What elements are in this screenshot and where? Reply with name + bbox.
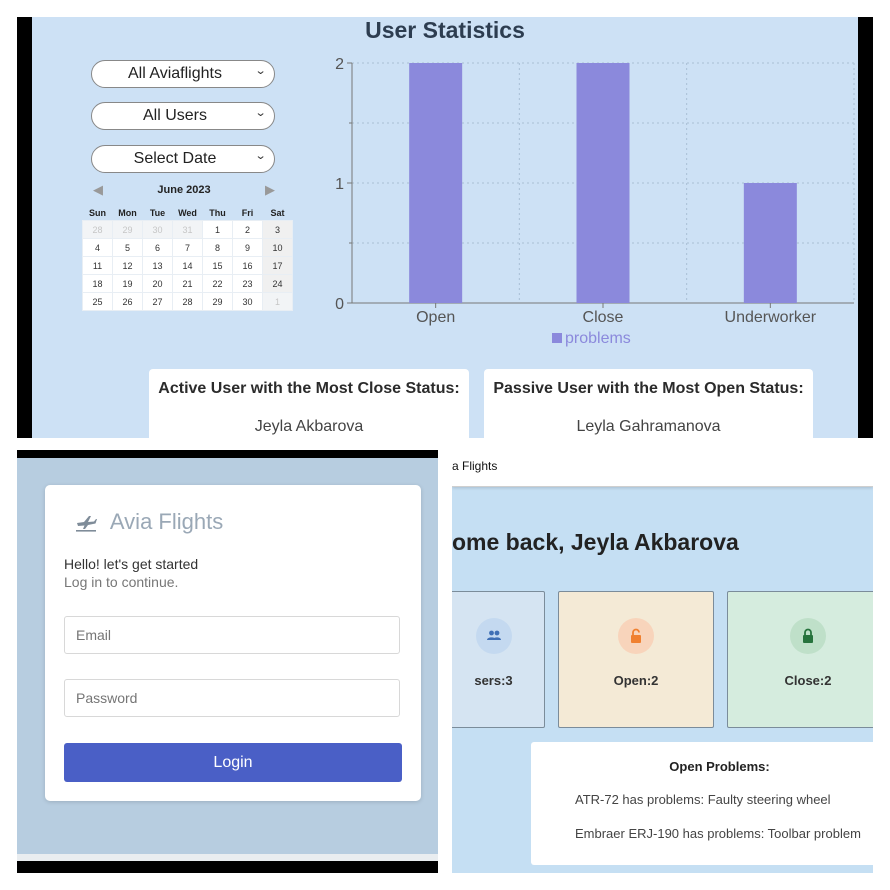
problem-item[interactable]: Embraer ERJ-190 has problems: Toolbar pr… (575, 826, 861, 841)
open-problems-card: Open Problems: ATR-72 has problems: Faul… (531, 742, 873, 865)
login-button[interactable]: Login (64, 743, 402, 782)
passive-user-card: Passive User with the Most Open Status: … (484, 369, 813, 438)
users-stat-card[interactable]: sers:3 (452, 591, 545, 728)
password-field[interactable] (64, 679, 400, 717)
close-stat-card[interactable]: Close:2 (727, 591, 873, 728)
active-user-name: Jeyla Akbarova (254, 418, 364, 435)
app-header-title[interactable]: a Flights (452, 459, 497, 473)
users-stat-label: sers:3 (474, 673, 513, 688)
bottom-strip (17, 854, 438, 861)
legend-swatch (552, 333, 562, 343)
login-screenshot: Avia Flights Hello! let's get started Lo… (17, 450, 438, 873)
lock-open-icon-badge (618, 618, 654, 654)
close-stat-label: Close:2 (784, 673, 832, 688)
open-problems-title: Open Problems: (669, 759, 770, 774)
login-card: Avia Flights Hello! let's get started Lo… (45, 485, 421, 801)
bar-open (409, 63, 463, 303)
problem-item[interactable]: ATR-72 has problems: Faulty steering whe… (575, 792, 831, 807)
open-stat-card[interactable]: Open:2 (558, 591, 714, 728)
brand-logo: Avia Flights (75, 509, 223, 535)
dashboard-screenshot: a Flights ome back, Jeyla Akbarova sers:… (452, 450, 873, 873)
legend-label: problems (565, 330, 631, 347)
problems-bar-chart: 0 1 2 Open Close Underworker problems (335, 56, 855, 347)
bar-close (576, 63, 630, 303)
welcome-heading: ome back, Jeyla Akbarova (452, 529, 739, 555)
statistics-panel: User Statistics All Aviaflights ⌄ All Us… (32, 17, 858, 438)
greeting-text: Hello! let's get started (64, 556, 199, 572)
lock-icon-badge (790, 618, 826, 654)
passive-user-card-title: Passive User with the Most Open Status: (493, 380, 804, 397)
x-tick-label: Underworker (725, 309, 817, 326)
login-subtitle: Log in to continue. (64, 574, 179, 590)
users-icon (486, 630, 501, 640)
active-user-card-title: Active User with the Most Close Status: (158, 380, 460, 397)
users-icon-badge (475, 618, 512, 654)
airplane-icon (75, 509, 110, 534)
email-field[interactable] (64, 616, 400, 654)
bottom-border (17, 861, 438, 873)
passive-user-name: Leyla Gahramanova (576, 418, 721, 435)
y-tick-label: 0 (335, 296, 344, 313)
y-tick-label: 1 (335, 176, 344, 193)
y-tick-label: 2 (335, 56, 344, 73)
bar-underworker (743, 183, 797, 303)
open-stat-label: Open:2 (613, 673, 659, 688)
lock-icon (803, 628, 813, 643)
top-border (17, 450, 438, 458)
active-user-card: Active User with the Most Close Status: … (149, 369, 469, 438)
app-header: a Flights (452, 450, 873, 487)
x-tick-label: Open (416, 309, 455, 326)
brand-name: Avia Flights (109, 509, 224, 534)
lock-open-icon (631, 628, 641, 643)
x-tick-label: Close (583, 309, 624, 326)
statistics-screenshot: User Statistics All Aviaflights ⌄ All Us… (17, 17, 873, 438)
